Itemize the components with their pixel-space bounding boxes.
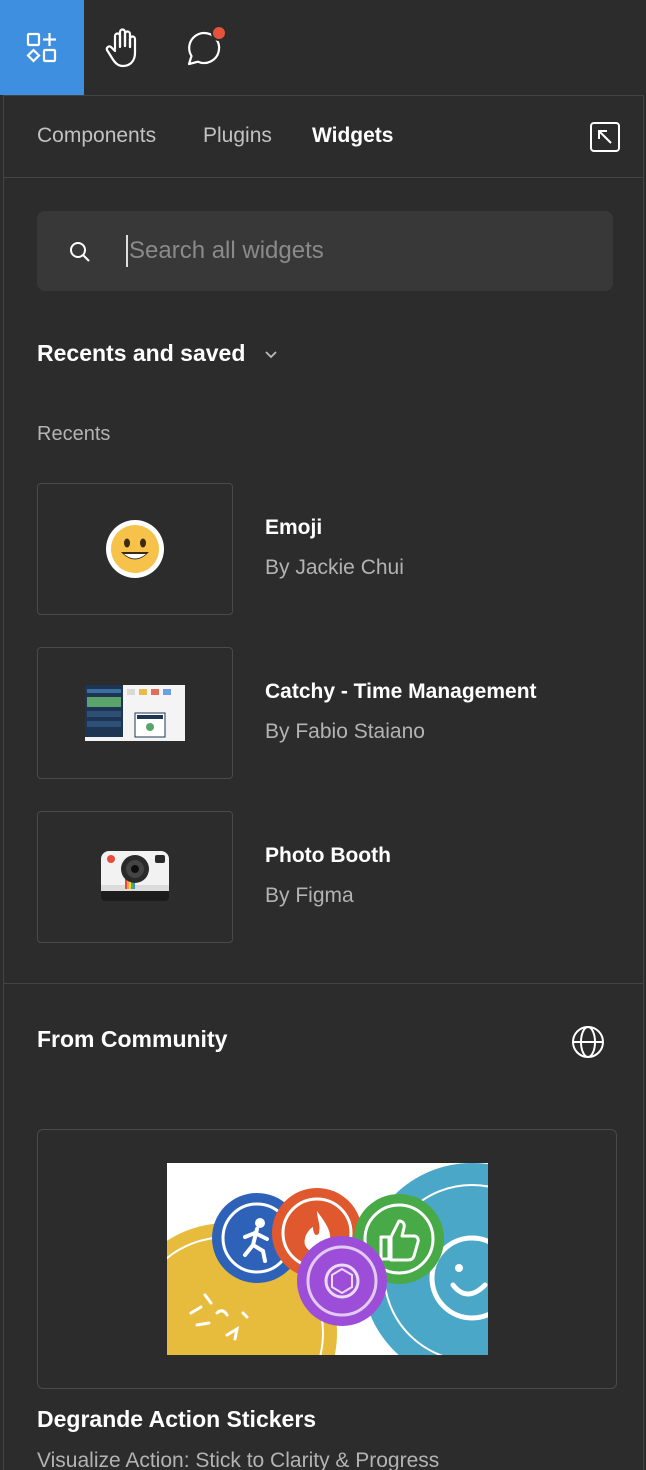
section-divider xyxy=(4,983,643,984)
widget-item-catchy[interactable]: Catchy - Time Management By Fabio Staian… xyxy=(37,647,617,779)
tab-plugins[interactable]: Plugins xyxy=(203,124,272,148)
search-bar xyxy=(37,211,613,291)
notification-dot xyxy=(211,25,227,41)
community-widget-name: Degrande Action Stickers xyxy=(37,1406,317,1432)
widget-author: By Jackie Chui xyxy=(265,556,404,579)
widget-name: Catchy - Time Management xyxy=(265,680,537,703)
widget-thumbnail xyxy=(37,811,233,943)
hand-tool-button[interactable] xyxy=(84,0,162,95)
popout-button[interactable] xyxy=(589,121,621,153)
top-toolbar xyxy=(0,0,646,95)
resources-panel: Components Plugins Widgets Recents and s… xyxy=(3,95,644,1470)
hand-icon xyxy=(105,27,137,67)
search-input[interactable] xyxy=(127,231,587,271)
community-widget-card[interactable] xyxy=(37,1129,617,1389)
instant-camera-icon xyxy=(101,851,169,901)
widget-thumbnail xyxy=(37,483,233,615)
widget-item-photo-booth[interactable]: Photo Booth By Figma xyxy=(37,811,617,943)
shapes-plus-icon xyxy=(26,32,57,63)
widgets-tool-button[interactable] xyxy=(0,0,84,95)
chevron-down-icon[interactable] xyxy=(262,345,280,363)
recents-and-saved-dropdown[interactable]: Recents and saved xyxy=(37,340,245,367)
community-widget-image xyxy=(167,1163,488,1355)
widget-thumbnail xyxy=(37,647,233,779)
globe-icon[interactable] xyxy=(571,1025,605,1059)
widget-author: By Figma xyxy=(265,884,354,907)
smiley-emoji-icon xyxy=(106,520,164,578)
recents-label: Recents xyxy=(37,423,111,445)
tab-widgets[interactable]: Widgets xyxy=(312,124,393,148)
panel-tabs: Components Plugins Widgets xyxy=(4,96,643,178)
community-widget-description: Visualize Action: Stick to Clarity & Pro… xyxy=(37,1449,440,1470)
search-icon xyxy=(70,242,90,262)
collapse-arrow-icon xyxy=(590,122,620,152)
widget-author: By Fabio Staiano xyxy=(265,720,425,743)
widget-item-emoji[interactable]: Emoji By Jackie Chui xyxy=(37,483,617,615)
widget-name: Photo Booth xyxy=(265,844,391,867)
app-screenshot-thumbnail xyxy=(85,685,185,741)
action-stickers-artwork xyxy=(167,1163,488,1355)
tab-components[interactable]: Components xyxy=(37,124,156,148)
from-community-title: From Community xyxy=(37,1026,228,1052)
comment-tool-button[interactable] xyxy=(162,0,246,95)
widget-name: Emoji xyxy=(265,516,323,539)
